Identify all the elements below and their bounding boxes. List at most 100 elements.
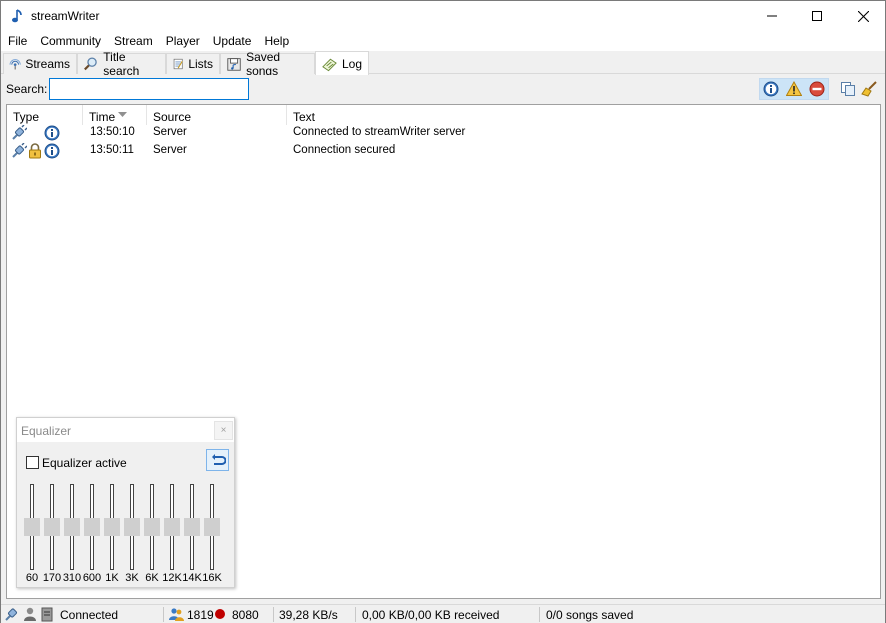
status-divider [539, 607, 540, 622]
column-source[interactable]: Source [147, 105, 287, 125]
plug-icon [12, 125, 27, 140]
eq-slider-12k[interactable] [164, 482, 180, 572]
eq-slider-thumb[interactable] [184, 518, 200, 536]
clear-log-button[interactable] [859, 79, 881, 99]
eq-slider-14k[interactable] [184, 482, 200, 572]
info-icon [44, 125, 60, 141]
eq-band-label: 16K [202, 572, 222, 584]
plug-icon [12, 143, 27, 158]
equalizer-active-label[interactable]: Equalizer active [42, 456, 127, 470]
saved-songs-icon [227, 58, 241, 71]
log-icon [322, 58, 337, 71]
column-type[interactable]: Type [7, 105, 83, 125]
user-icon [24, 607, 36, 621]
filter-info-button[interactable] [760, 79, 782, 99]
status-divider [273, 607, 274, 622]
tab-saved-songs[interactable]: Saved songs [220, 50, 315, 78]
equalizer-reset-button[interactable] [206, 449, 229, 471]
eq-slider-thumb[interactable] [44, 518, 60, 536]
minimize-button[interactable] [749, 1, 795, 31]
tab-title-search[interactable]: Title search [77, 50, 166, 78]
tab-label: Lists [188, 57, 213, 71]
eq-slider-thumb[interactable] [64, 518, 80, 536]
menu-player[interactable]: Player [159, 31, 206, 51]
connection-status: Connected [60, 608, 119, 622]
sort-descending-icon [118, 112, 127, 117]
eq-slider-thumb[interactable] [164, 518, 180, 536]
status-bar: Connected 1819 8080 39,28 KB/s 0,00 KB/0… [1, 604, 885, 623]
menu-file[interactable]: File [1, 31, 33, 51]
eq-slider-thumb[interactable] [84, 518, 100, 536]
eq-slider-60[interactable] [24, 482, 40, 572]
eq-slider-thumb[interactable] [24, 518, 40, 536]
main-window: streamWriter File Community Stream Playe… [0, 0, 886, 623]
client-count: 1819 [187, 608, 214, 622]
filter-error-button[interactable] [806, 79, 828, 99]
record-icon [215, 609, 225, 619]
eq-slider-310[interactable] [64, 482, 80, 572]
column-text[interactable]: Text [287, 105, 880, 125]
menu-bar: File Community Stream Player Update Help [1, 31, 885, 51]
equalizer-title: Equalizer [21, 424, 72, 438]
tab-streams[interactable]: Streams [3, 53, 77, 74]
tab-label: Log [341, 56, 362, 71]
server-icon [41, 607, 53, 622]
tab-bar: Streams Title search Lists Saved songs L… [1, 50, 885, 78]
error-icon [809, 81, 825, 97]
menu-help[interactable]: Help [257, 31, 295, 51]
eq-slider-16k[interactable] [204, 482, 220, 572]
status-divider [163, 607, 164, 622]
list-icon [173, 58, 183, 70]
info-icon [44, 143, 60, 159]
maximize-button[interactable] [794, 1, 840, 31]
radio-icon [9, 59, 21, 70]
info-icon [763, 81, 779, 97]
eq-slider-thumb[interactable] [124, 518, 140, 536]
table-row[interactable]: 13:50:10 Server Connected to streamWrite… [7, 124, 880, 142]
tab-label: Streams [25, 57, 70, 71]
column-time-label: Time [89, 110, 116, 124]
eq-slider-1k[interactable] [104, 482, 120, 572]
broom-icon [861, 81, 877, 97]
eq-slider-3k[interactable] [124, 482, 140, 572]
tab-label: Title search [103, 50, 140, 78]
column-time[interactable]: Time [83, 105, 147, 125]
close-icon [857, 10, 869, 22]
transfer-speed: 39,28 KB/s [279, 608, 338, 622]
lock-icon [29, 143, 41, 159]
songs-saved: 0/0 songs saved [546, 608, 634, 622]
log-time: 13:50:11 [90, 144, 134, 156]
recording-count: 8080 [232, 608, 259, 622]
log-text: Connected to streamWriter server [293, 126, 466, 138]
eq-slider-6k[interactable] [144, 482, 160, 572]
eq-slider-170[interactable] [44, 482, 60, 572]
equalizer-panel: Equalizer × Equalizer active 60 170 310 600… [16, 417, 235, 588]
equalizer-title-bar[interactable]: Equalizer × [17, 418, 234, 442]
eq-slider-thumb[interactable] [104, 518, 120, 536]
menu-update[interactable]: Update [206, 31, 258, 51]
copy-icon [841, 82, 855, 96]
equalizer-active-checkbox[interactable] [26, 456, 39, 469]
eq-slider-thumb[interactable] [204, 518, 220, 536]
menu-stream[interactable]: Stream [107, 31, 159, 51]
tab-log[interactable]: Log [315, 51, 369, 75]
filter-warning-button[interactable] [783, 79, 805, 99]
warning-icon [786, 81, 802, 96]
log-filter-group [759, 78, 829, 100]
eq-slider-thumb[interactable] [144, 518, 160, 536]
close-button[interactable] [840, 1, 886, 31]
status-divider [355, 607, 356, 622]
plug-icon [5, 608, 17, 621]
log-text: Connection secured [293, 144, 396, 156]
search-input[interactable] [49, 78, 249, 100]
tab-label: Saved songs [246, 50, 281, 78]
copy-button[interactable] [837, 79, 859, 99]
tab-lists[interactable]: Lists [166, 53, 220, 74]
title-bar: streamWriter [1, 1, 885, 31]
eq-slider-600[interactable] [84, 482, 100, 572]
menu-community[interactable]: Community [33, 31, 107, 51]
table-row[interactable]: 13:50:11 Server Connection secured [7, 142, 880, 160]
maximize-icon [812, 11, 822, 21]
search-toolbar: Search: [1, 75, 885, 103]
equalizer-close-button[interactable]: × [214, 421, 233, 440]
